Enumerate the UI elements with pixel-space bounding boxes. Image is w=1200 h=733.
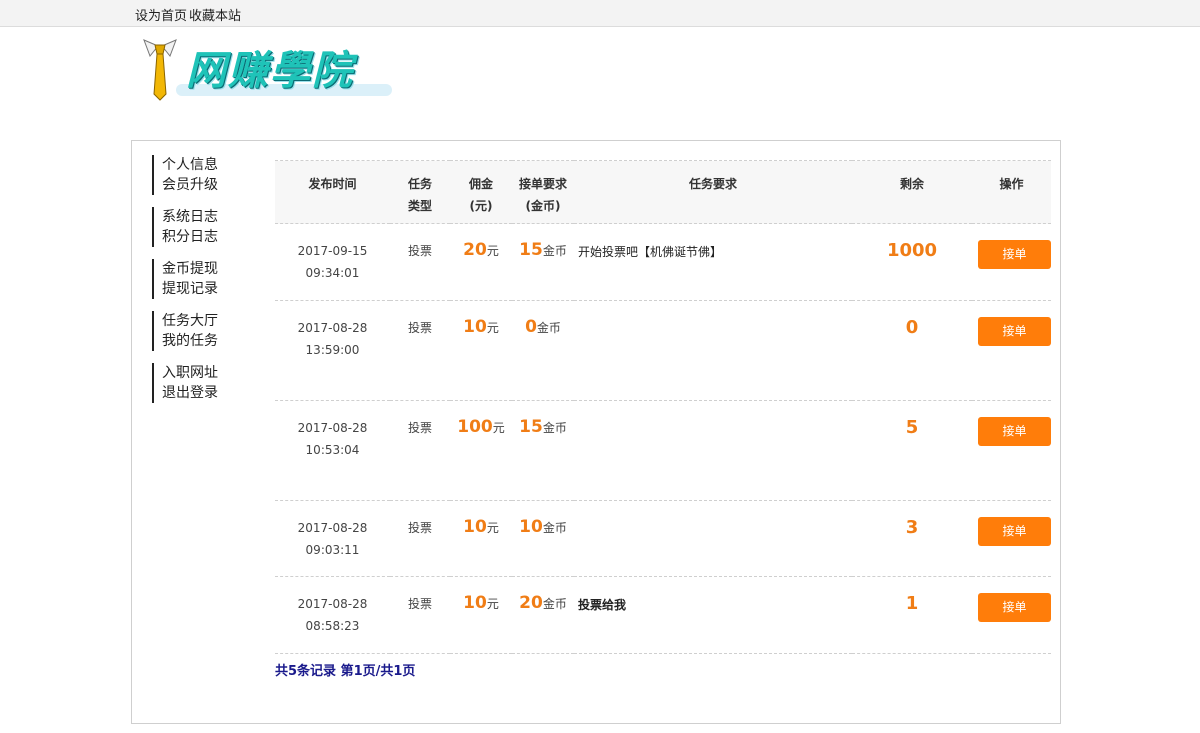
header-accept-requirement: 接单要求 (金币) <box>518 177 567 213</box>
cell-requirement <box>574 501 852 577</box>
cell-coins: 15金币 <box>519 240 567 260</box>
cell-requirement: 投票给我 <box>578 598 627 612</box>
table-row: 2017-09-15 09:34:01 投票 20元 15金币 开始投票吧【机佛诞… <box>275 224 1051 301</box>
bookmark-site-link[interactable]: 收藏本站 <box>189 5 241 24</box>
sidebar-item-points-log[interactable]: 积分日志 <box>152 227 262 247</box>
header-time: 发布时间 <box>308 177 357 191</box>
cell-commission: 10元 <box>463 317 499 337</box>
cell-requirement <box>574 301 852 401</box>
accept-task-button[interactable]: 接单 <box>978 517 1051 546</box>
cell-action: 接单 <box>972 501 1051 577</box>
logo-text: 网赚學院 <box>186 47 354 94</box>
nav-group-logs: 系统日志 积分日志 <box>152 207 262 247</box>
cell-type: 投票 <box>407 597 432 611</box>
sidebar-item-withdraw-records[interactable]: 提现记录 <box>152 279 262 299</box>
cell-action: 接单 <box>972 401 1051 501</box>
cell-time: 2017-09-15 09:34:01 <box>297 244 368 280</box>
sidebar-item-profile[interactable]: 个人信息 <box>152 155 262 175</box>
pagination-info: 共5条记录 第1页/共1页 <box>275 664 416 679</box>
sidebar-item-my-tasks[interactable]: 我的任务 <box>152 331 262 351</box>
cell-type: 投票 <box>407 421 432 435</box>
cell-remaining: 0 <box>905 317 919 338</box>
header-commission: 佣金 (元) <box>468 177 493 213</box>
accept-task-button[interactable]: 接单 <box>978 417 1051 446</box>
accept-task-button[interactable]: 接单 <box>978 317 1051 346</box>
sidebar-nav: 个人信息 会员升级 系统日志 积分日志 金币提现 提现记录 任务大厅 我的任务 … <box>152 155 262 415</box>
nav-group-misc: 入职网址 退出登录 <box>152 363 262 403</box>
sidebar-item-logout[interactable]: 退出登录 <box>152 383 262 403</box>
task-table-wrap: 发布时间 任务 类型 佣金 (元) 接单要求 (金币) 任务要求 剩余 操作 2017… <box>275 160 1051 654</box>
cell-coins: 15金币 <box>519 417 567 437</box>
header-type: 任务 类型 <box>407 177 432 213</box>
main-panel: 个人信息 会员升级 系统日志 积分日志 金币提现 提现记录 任务大厅 我的任务 … <box>131 140 1061 724</box>
cell-coins: 0金币 <box>525 317 561 337</box>
sidebar-item-system-log[interactable]: 系统日志 <box>152 207 262 227</box>
cell-commission: 100元 <box>457 417 505 437</box>
top-bar: 设为首页 收藏本站 <box>0 0 1200 27</box>
cell-action: 接单 <box>972 224 1051 301</box>
cell-remaining: 5 <box>905 417 919 438</box>
header-action: 操作 <box>999 177 1024 191</box>
cell-remaining: 3 <box>905 517 919 538</box>
sidebar-item-upgrade[interactable]: 会员升级 <box>152 175 262 195</box>
table-row: 2017-08-28 10:53:04 投票 100元 15金币 5 接单 <box>275 401 1051 501</box>
cell-coins: 10金币 <box>519 517 567 537</box>
cell-remaining: 1 <box>905 593 919 614</box>
cell-remaining: 1000 <box>886 240 938 261</box>
accept-task-button[interactable]: 接单 <box>978 593 1051 622</box>
cell-time: 2017-08-28 09:03:11 <box>297 521 368 557</box>
cell-time: 2017-08-28 10:53:04 <box>297 421 368 457</box>
header-task-requirement: 任务要求 <box>688 177 737 191</box>
sidebar-item-withdraw[interactable]: 金币提现 <box>152 259 262 279</box>
nav-group-withdraw: 金币提现 提现记录 <box>152 259 262 299</box>
table-row: 2017-08-28 13:59:00 投票 10元 0金币 0 接单 <box>275 301 1051 401</box>
cell-time: 2017-08-28 13:59:00 <box>297 321 368 357</box>
cell-coins: 20金币 <box>519 593 567 613</box>
cell-commission: 10元 <box>463 593 499 613</box>
cell-type: 投票 <box>407 244 432 258</box>
cell-type: 投票 <box>407 321 432 335</box>
cell-action: 接单 <box>972 301 1051 401</box>
cell-action: 接单 <box>972 577 1051 654</box>
set-homepage-link[interactable]: 设为首页 <box>135 5 187 24</box>
cell-time: 2017-08-28 08:58:23 <box>297 597 368 633</box>
sidebar-item-job-url[interactable]: 入职网址 <box>152 363 262 383</box>
accept-task-button[interactable]: 接单 <box>978 240 1051 269</box>
cell-requirement <box>574 401 852 501</box>
necktie-icon <box>143 39 177 101</box>
sidebar-item-task-hall[interactable]: 任务大厅 <box>152 311 262 331</box>
table-header-row: 发布时间 任务 类型 佣金 (元) 接单要求 (金币) 任务要求 剩余 操作 <box>275 160 1051 224</box>
cell-type: 投票 <box>407 521 432 535</box>
task-table: 发布时间 任务 类型 佣金 (元) 接单要求 (金币) 任务要求 剩余 操作 2017… <box>275 160 1051 654</box>
cell-commission: 20元 <box>463 240 499 260</box>
cell-commission: 10元 <box>463 517 499 537</box>
nav-group-tasks: 任务大厅 我的任务 <box>152 311 262 351</box>
table-row: 2017-08-28 09:03:11 投票 10元 10金币 3 接单 <box>275 501 1051 577</box>
site-logo[interactable]: 网赚學院 <box>142 36 392 102</box>
header-remaining: 剩余 <box>899 177 924 191</box>
nav-group-account: 个人信息 会员升级 <box>152 155 262 195</box>
cell-requirement: 开始投票吧【机佛诞节佛】 <box>578 245 723 259</box>
table-row: 2017-08-28 08:58:23 投票 10元 20金币 投票给我 1 接单 <box>275 577 1051 654</box>
